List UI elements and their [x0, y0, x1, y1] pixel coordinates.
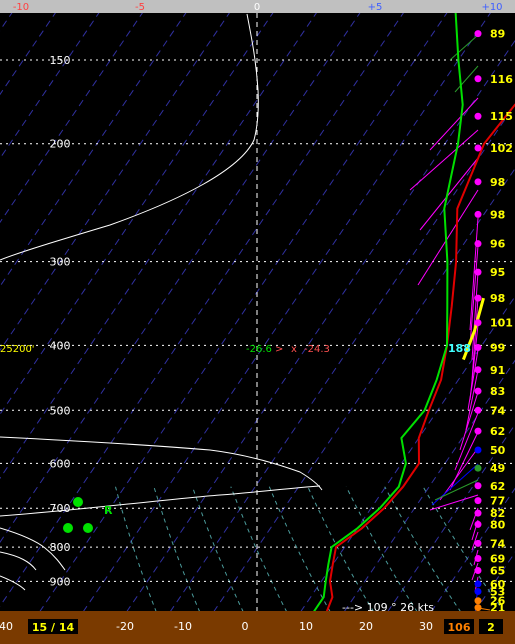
pressure-label: 900: [50, 575, 71, 588]
top-scale-tick-label: +10: [481, 2, 502, 13]
pressure-label: 150: [50, 54, 71, 67]
wind-speed-label: 98: [490, 176, 505, 189]
pressure-label: 600: [50, 457, 71, 470]
top-scale-tick-label: 0: [254, 2, 260, 13]
surface-marker-dot: [73, 497, 83, 507]
wind-speed-dot: [474, 144, 482, 152]
cyan-readout: 188: [448, 342, 471, 355]
wind-speed-dot: [474, 406, 482, 414]
wind-speed-label: 115: [490, 110, 513, 123]
wind-speed-dot: [474, 268, 482, 276]
wind-speed-label: 62: [490, 480, 505, 493]
wind-speed-dot: [474, 366, 482, 374]
pressure-label: 300: [50, 256, 71, 269]
wind-speed-dot: [474, 387, 482, 395]
wind-speed-label: 83: [490, 385, 505, 398]
wind-speed-dot: [474, 294, 482, 302]
wind-speed-label: 74: [490, 404, 506, 417]
wind-speed-dot: [474, 240, 482, 248]
wind-speed-dot: [474, 520, 482, 528]
pressure-label: 700: [50, 502, 71, 515]
wind-speed-label: 80: [490, 518, 506, 531]
wind-speed-dot: [474, 75, 482, 83]
wind-speed-label: 102: [490, 142, 513, 155]
top-scale-tick-label: -10: [13, 2, 29, 13]
wind-speed-dot: [474, 112, 482, 120]
wind-speed-label: 99: [490, 342, 505, 355]
wind-speed-label: 91: [490, 364, 505, 377]
wind-speed-dot: [474, 566, 482, 574]
wind-speed-dot: [474, 464, 482, 472]
wind-speed-label: 116: [490, 73, 513, 86]
wind-speed-label: 98: [490, 292, 505, 305]
skew-t-chart: 100150200300400500600700800900 435189116…: [0, 0, 515, 644]
temperature-axis-label: 0: [242, 620, 249, 633]
temperature-axis-label: -10: [174, 620, 192, 633]
temperature-axis-label: -20: [116, 620, 134, 633]
wind-speed-label: 95: [490, 266, 505, 279]
wind-speed-dot: [474, 427, 482, 435]
wind-speed-dot: [474, 30, 482, 38]
wind-speed-label: 65: [490, 564, 505, 577]
pressure-label: 400: [50, 339, 71, 352]
top-scale-tick-label: +5: [368, 2, 383, 13]
temperature-axis-label: 30: [419, 620, 433, 633]
dewpoint-readout: -26.6: [246, 344, 272, 355]
cross-marker: x: [291, 344, 297, 355]
wind-speed-dot: [474, 178, 482, 186]
wind-speed-dot: [474, 344, 482, 352]
wind-speed-label: 50: [490, 444, 506, 457]
temperature-axis-label: 40: [0, 620, 13, 633]
surface-marker-dot: [83, 523, 93, 533]
arrow-marker: >: [275, 344, 283, 355]
wind-speed-dot: [474, 604, 482, 612]
wind-speed-dot: [474, 210, 482, 218]
wind-speed-dot: [474, 509, 482, 517]
wind-speed-dot: [474, 446, 482, 454]
wind-speed-label: 77: [490, 495, 505, 508]
wind-speed-label: 74: [490, 537, 506, 550]
wind-speed-dot: [474, 497, 482, 505]
wind-speed-label: 98: [490, 208, 505, 221]
wind-speed-label: 62: [490, 425, 505, 438]
temperature-axis-label: 20: [359, 620, 373, 633]
surface-marker-dot: [63, 523, 73, 533]
surface-temp-dewpoint: 15 / 14: [32, 621, 75, 634]
pressure-label: 200: [50, 138, 71, 151]
pressure-label: 800: [50, 541, 71, 554]
wind-speed-dot: [474, 588, 482, 596]
temperature-axis-label: 10: [299, 620, 313, 633]
wind-speed-label: 101: [490, 317, 513, 330]
wind-speed-label: 96: [490, 238, 506, 251]
pressure-label: 500: [50, 404, 71, 417]
temperature-readout: -24.3: [304, 344, 330, 355]
wind-speed-label: 49: [490, 462, 505, 475]
wind-speed-dot: [474, 482, 482, 490]
wind-speed-dot: [474, 554, 482, 562]
wind-speed-dot: [474, 319, 482, 327]
height-label: 25200': [0, 344, 35, 355]
wind-speed-label: 89: [490, 28, 505, 41]
r-marker: R: [104, 504, 113, 517]
wind-speed-dot: [474, 539, 482, 547]
surface-value: 106: [448, 621, 471, 634]
wind-speed-dot: [474, 580, 482, 588]
wind-speed-dot: [474, 597, 482, 605]
surface-extra-value: 2: [487, 621, 495, 634]
top-scale-tick-label: -5: [135, 2, 145, 13]
